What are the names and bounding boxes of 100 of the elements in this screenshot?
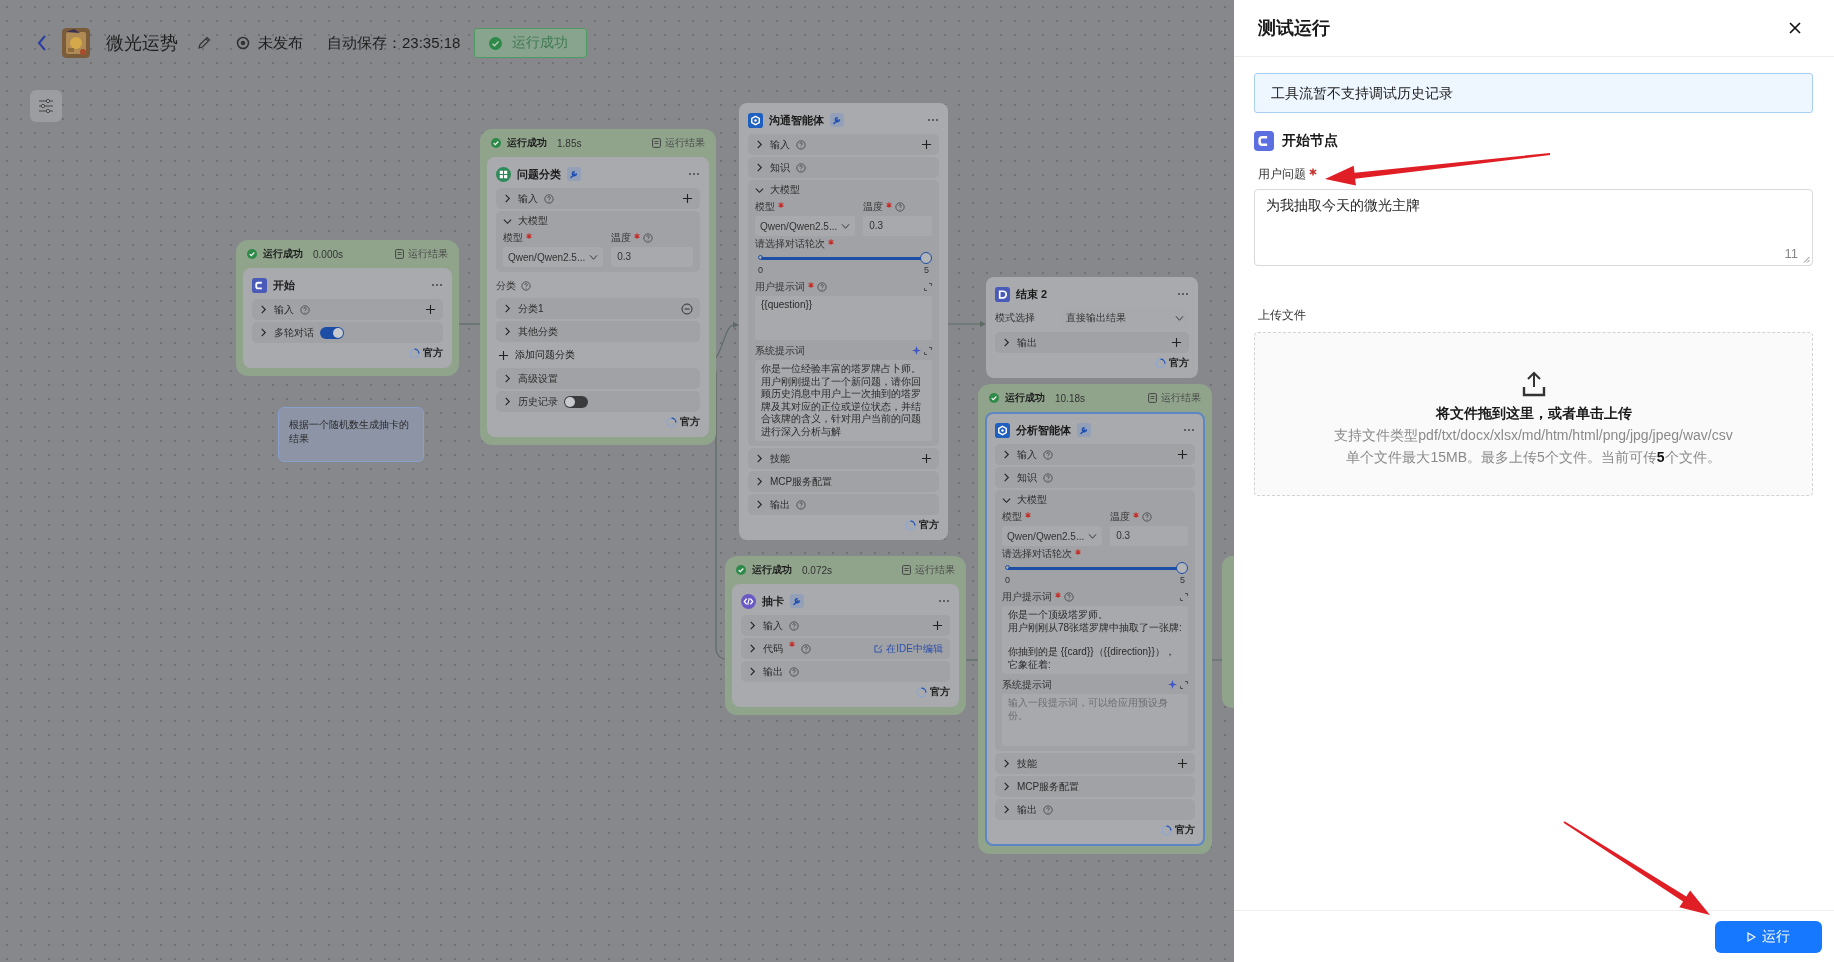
chevron-icon[interactable] — [503, 397, 512, 406]
temperature-field[interactable]: 0.3 — [863, 216, 932, 236]
more-icon[interactable] — [431, 283, 443, 287]
chevron-icon[interactable] — [503, 327, 512, 336]
close-icon[interactable] — [1789, 22, 1801, 34]
add-category-button[interactable]: 添加问题分类 — [496, 344, 577, 366]
expand-icon[interactable] — [1180, 680, 1188, 689]
chevron-icon[interactable] — [503, 194, 512, 203]
collapse-panel[interactable]: 输入 — [995, 444, 1195, 465]
chevron-icon[interactable] — [748, 667, 757, 676]
chevron-icon[interactable] — [755, 500, 764, 509]
collapse-panel[interactable]: 输入 — [748, 134, 939, 155]
chevron-icon[interactable] — [748, 644, 757, 653]
collapse-panel[interactable]: 输出 — [741, 661, 950, 682]
more-icon[interactable] — [927, 118, 939, 122]
collapse-panel[interactable]: 输入 — [741, 615, 950, 636]
collapse-panel[interactable]: 技能 — [748, 448, 939, 469]
expand-icon[interactable] — [924, 346, 932, 355]
plus-icon[interactable] — [682, 193, 693, 204]
plus-icon[interactable] — [1177, 758, 1188, 769]
expand-icon[interactable] — [1180, 592, 1188, 601]
collapse-panel[interactable]: 输入 — [496, 188, 700, 209]
model-select[interactable]: Qwen/Qwen2.5... — [503, 247, 604, 267]
collapse-panel[interactable]: 输出 — [995, 332, 1189, 353]
plus-icon[interactable] — [932, 620, 943, 631]
prompt-field[interactable]: {{question}} — [755, 296, 932, 340]
model-select[interactable]: Qwen/Qwen2.5... — [1002, 526, 1103, 546]
chevron-icon[interactable] — [755, 185, 764, 195]
model-select[interactable]: Qwen/Qwen2.5... — [755, 216, 856, 236]
collapse-panel[interactable]: 历史记录 — [496, 391, 700, 412]
prompt-field[interactable]: 你是一位经验丰富的塔罗牌占卜师。用户刚刚提出了一个新问题，请你回顾历史消息中用户上一次抽到的塔罗牌及其对应的正位或逆位状态，并结合该牌的含义，针对用户当前的问题进行深入分析与解 — [755, 360, 932, 441]
wrench-icon[interactable] — [567, 167, 581, 181]
collapse-panel[interactable]: 分类1 — [496, 298, 700, 319]
upload-dropzone[interactable]: 将文件拖到这里，或者单击上传 支持文件类型pdf/txt/docx/xlsx/md/htm/html/png/jpg/jpeg/wav/csv 单个文件最大15MB。最多上传5个文件。当前可传5个文件。 — [1254, 332, 1813, 496]
run-result-link[interactable]: 运行结果 — [1148, 391, 1201, 405]
more-icon[interactable] — [1183, 428, 1195, 432]
sticky-note[interactable]: 根据一个随机数生成抽卡的结果 — [278, 407, 424, 462]
collapse-panel[interactable]: 多轮对话 — [252, 322, 443, 343]
run-button[interactable]: 运行 — [1715, 920, 1822, 953]
chevron-icon[interactable] — [503, 304, 512, 313]
chevron-icon[interactable] — [503, 216, 512, 226]
plus-icon[interactable] — [1177, 449, 1188, 460]
chevron-icon[interactable] — [755, 454, 764, 463]
collapse-panel[interactable]: 技能 — [995, 753, 1195, 774]
slider-thumb[interactable] — [920, 251, 932, 264]
expand-icon[interactable] — [924, 282, 932, 291]
back-icon[interactable] — [36, 34, 48, 52]
collapse-panel[interactable]: 输出 — [995, 799, 1195, 820]
sparkle-icon[interactable] — [912, 346, 921, 355]
chevron-icon[interactable] — [1002, 473, 1011, 482]
chevron-icon[interactable] — [1002, 759, 1011, 768]
chevron-icon[interactable] — [259, 328, 268, 337]
chevron-icon[interactable] — [1002, 782, 1011, 791]
collapse-panel[interactable]: 代码 在IDE中编辑 — [741, 638, 950, 659]
more-icon[interactable] — [1177, 292, 1189, 296]
plus-icon[interactable] — [921, 453, 932, 464]
chevron-icon[interactable] — [1002, 338, 1011, 347]
settings-button[interactable] — [30, 90, 62, 122]
collapse-panel[interactable]: 知识 — [748, 157, 939, 178]
toggle-switch[interactable] — [320, 326, 344, 339]
temperature-field[interactable]: 0.3 — [1110, 526, 1188, 546]
wrench-icon[interactable] — [1077, 423, 1091, 437]
run-result-link[interactable]: 运行结果 — [395, 247, 448, 261]
sparkle-icon[interactable] — [1168, 680, 1177, 689]
remove-icon[interactable] — [681, 302, 693, 315]
node-card[interactable]: 沟通智能体 输入 知识 大模型 模型 温度 Qwen/Qwen2.5... 0.3 请选择对话轮次 0 5 用户提示词 {{question}} 系统提示词 你是一位经验丰富的塔罗牌占卜师。用户刚刚提出了一个新问题，请你回顾历史消息中用户上一次抽到的塔罗牌及其对应的正位或逆位状态，并结合该牌的含义，针对用户当前的问题进行深入分析与解 技能 MCP服务配置 输出 官方 — [739, 103, 948, 540]
node-card[interactable]: 结束 2 模式选择 直接输出结果 输出 官方 — [986, 277, 1198, 378]
wrench-icon[interactable] — [830, 113, 844, 127]
node-card[interactable]: 开始 输入 多轮对话 官方 — [243, 268, 452, 368]
node-card[interactable]: 抽卡 输入 代码 在IDE中编辑 输出 官方 — [732, 584, 959, 707]
chevron-icon[interactable] — [755, 477, 764, 486]
node-card[interactable]: 问题分类 输入 大模型 模型 温度 Qwen/Qwen2.5... 0.3 分类 分类1 其他分类 添加问题分类 高级设置 历史记录 官方 — [487, 157, 709, 437]
slider-thumb[interactable] — [1176, 561, 1188, 574]
textarea-field[interactable]: 为我抽取今天的微光主牌 11 — [1254, 189, 1813, 266]
toggle-switch[interactable] — [564, 395, 588, 408]
collapse-panel[interactable]: 知识 — [995, 467, 1195, 488]
collapse-panel[interactable]: 其他分类 — [496, 321, 700, 342]
plus-icon[interactable] — [1171, 337, 1182, 348]
chevron-icon[interactable] — [755, 163, 764, 172]
chevron-icon[interactable] — [503, 374, 512, 383]
run-result-link[interactable]: 运行结果 — [652, 136, 705, 150]
plus-icon[interactable] — [921, 139, 932, 150]
chevron-icon[interactable] — [748, 621, 757, 630]
chevron-icon[interactable] — [1002, 495, 1011, 505]
collapse-panel[interactable]: 输入 — [252, 299, 443, 320]
chevron-icon[interactable] — [259, 305, 268, 314]
more-icon[interactable] — [938, 599, 950, 603]
temperature-field[interactable]: 0.3 — [611, 247, 693, 267]
chevron-icon[interactable] — [755, 140, 764, 149]
collapse-panel[interactable]: MCP服务配置 — [748, 471, 939, 492]
chevron-icon[interactable] — [1002, 805, 1011, 814]
collapse-panel[interactable]: MCP服务配置 — [995, 776, 1195, 797]
ide-link[interactable]: 在IDE中编辑 — [874, 641, 943, 656]
run-result-link[interactable]: 运行结果 — [902, 563, 955, 577]
chevron-icon[interactable] — [1002, 450, 1011, 459]
plus-icon[interactable] — [425, 304, 436, 315]
collapse-panel[interactable]: 高级设置 — [496, 368, 700, 389]
more-icon[interactable] — [688, 172, 700, 176]
collapse-panel[interactable]: 输出 — [748, 494, 939, 515]
pencil-icon[interactable] — [196, 35, 212, 51]
